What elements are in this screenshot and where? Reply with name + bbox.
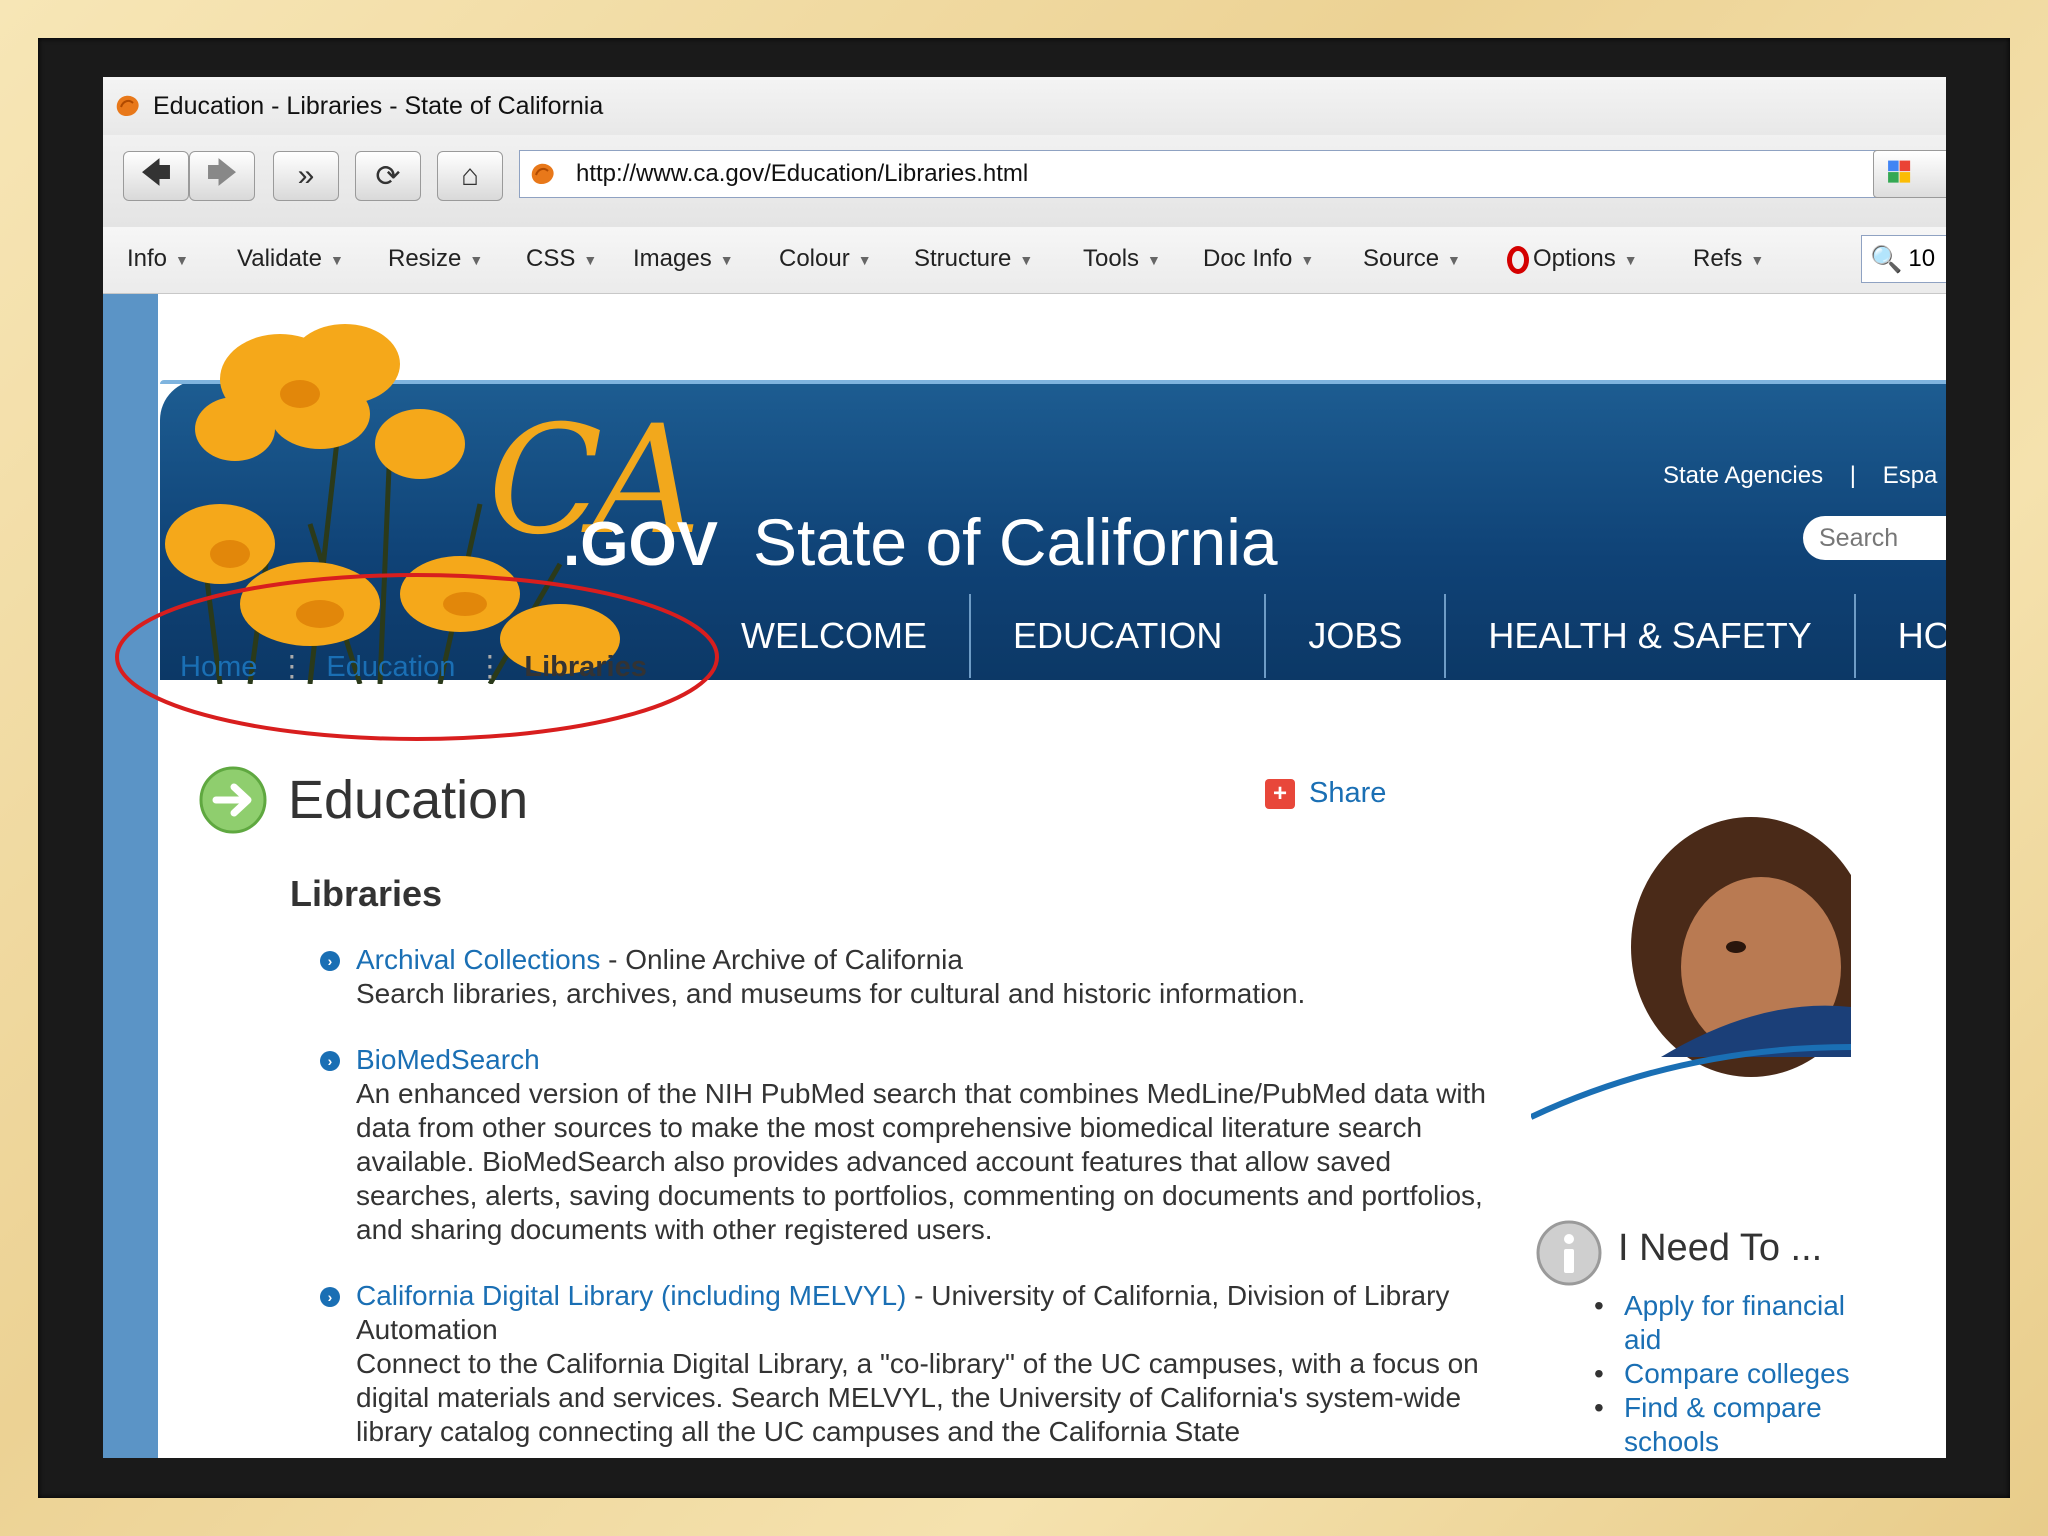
chevron-down-icon: ▼ (857, 251, 872, 268)
site-search-input[interactable]: Search (1803, 516, 1946, 560)
magnifier-zoom-icon: 🔍 (1870, 243, 1903, 274)
nav-tab-jobs[interactable]: JOBS (1266, 594, 1447, 678)
window-title: Education - Libraries - State of Califor… (153, 91, 604, 120)
chevron-down-icon: ▼ (1750, 251, 1765, 268)
list-item: › BioMedSearch An enhanced version of th… (320, 1043, 1510, 1247)
nav-tab-welcome[interactable]: WELCOME (693, 594, 972, 678)
google-icon (1888, 160, 1911, 183)
wd-menu-validate[interactable]: Validate ▼ (237, 245, 344, 273)
zoom-value: 10 (1908, 245, 1936, 272)
utility-links: State Agencies | Espa (1663, 462, 1937, 490)
web-developer-toolbar: Info ▼ Validate ▼ Resize ▼ CSS ▼ Images ▼ Col… (103, 227, 1946, 294)
chevron-right-icon: › (320, 1051, 340, 1071)
espanol-link[interactable]: Espa (1883, 462, 1938, 489)
wd-menu-refs[interactable]: Refs ▼ (1693, 245, 1764, 273)
list-item: › California Digital Library (including … (320, 1279, 1510, 1449)
chevron-down-icon: ▼ (329, 251, 344, 268)
chevron-down-icon: ▼ (1623, 251, 1638, 268)
entry-link[interactable]: California Digital Library (including ME… (356, 1280, 906, 1311)
util-separator: | (1849, 462, 1857, 489)
list-item: › Archival Collections - Online Archive … (320, 943, 1510, 1011)
chevron-down-icon: ▼ (1147, 251, 1161, 268)
entry-link[interactable]: BioMedSearch (356, 1044, 540, 1075)
share-button[interactable]: + Share (1265, 777, 1386, 810)
wd-menu-options[interactable]: Options ▼ (1507, 245, 1638, 274)
main-nav: WELCOME EDUCATION JOBS HEALTH & SAFETY H… (693, 594, 1946, 678)
fast-forward-button[interactable]: » (273, 151, 339, 201)
chevron-right-icon: › (320, 1287, 340, 1307)
ineed-list: Apply for financial aid Compare colleges… (1594, 1289, 1854, 1458)
entry-suffix: - Online Archive of California (600, 944, 963, 975)
chevron-down-icon: ▼ (175, 251, 189, 268)
url-bar[interactable]: http://www.ca.gov/Education/Libraries.ht… (519, 150, 1946, 198)
wd-menu-resize[interactable]: Resize ▼ (388, 245, 483, 273)
plus-icon: + (1265, 778, 1295, 809)
wd-menu-doc-info[interactable]: Doc Info ▼ (1203, 245, 1314, 273)
chevron-down-icon: ▼ (1447, 251, 1461, 268)
library-list: › Archival Collections - Online Archive … (320, 943, 1510, 1458)
home-button[interactable]: ⌂ (437, 151, 503, 201)
entry-description: An enhanced version of the NIH PubMed se… (356, 1078, 1486, 1245)
poppy-favicon-icon (528, 159, 558, 189)
chevron-down-icon: ▼ (1019, 251, 1034, 268)
ineed-title: I Need To ... (1618, 1227, 1823, 1269)
title-bar: Education - Libraries - State of Califor… (103, 77, 1946, 136)
nav-tab-home-family[interactable]: HOME & FAM (1856, 594, 1946, 678)
url-text: http://www.ca.gov/Education/Libraries.ht… (576, 160, 1029, 187)
red-annotation-ellipse (115, 573, 719, 741)
entry-link[interactable]: Archival Collections (356, 944, 600, 975)
info-icon (1536, 1220, 1602, 1286)
state-agencies-link[interactable]: State Agencies (1663, 462, 1823, 489)
section-title: Libraries (290, 873, 443, 914)
arrow-left-icon: 🡄 (140, 156, 172, 190)
wd-menu-structure[interactable]: Structure ▼ (914, 245, 1033, 273)
ineed-item[interactable]: Find & compare schools (1594, 1391, 1854, 1458)
zoom-control[interactable]: 🔍 10 (1861, 235, 1946, 283)
nav-tab-education[interactable]: EDUCATION (971, 594, 1267, 678)
ineed-item[interactable]: Apply for financial aid (1594, 1289, 1854, 1357)
wd-menu-tools[interactable]: Tools ▼ (1083, 245, 1161, 273)
chevron-right-icon: › (320, 951, 340, 971)
wd-menu-css[interactable]: CSS ▼ (526, 245, 597, 273)
forward-button[interactable]: 🡆 (189, 151, 255, 201)
chevron-down-icon: ▼ (1300, 251, 1315, 268)
nav-tab-health-safety[interactable]: HEALTH & SAFETY (1446, 594, 1856, 678)
wd-menu-source[interactable]: Source ▼ (1363, 245, 1461, 273)
entry-description: Connect to the California Digital Librar… (356, 1348, 1479, 1447)
reload-icon: ⟳ (375, 159, 401, 193)
search-engine-button[interactable] (1873, 150, 1946, 198)
chevron-down-icon: ▼ (583, 251, 598, 268)
wd-menu-info[interactable]: Info ▼ (127, 245, 189, 273)
wd-menu-images[interactable]: Images ▼ (633, 245, 734, 273)
wd-menu-colour[interactable]: Colour ▼ (779, 245, 872, 273)
opera-icon (1507, 245, 1529, 274)
chevron-down-icon: ▼ (469, 251, 484, 268)
browser-window: Education - Libraries - State of Califor… (103, 77, 1946, 1458)
share-label: Share (1309, 777, 1387, 809)
arrow-circle-icon (199, 766, 267, 834)
poppy-favicon-icon (113, 91, 143, 121)
back-button[interactable]: 🡄 (123, 151, 189, 201)
ineed-item[interactable]: Compare colleges (1594, 1357, 1854, 1391)
chevron-down-icon: ▼ (719, 251, 734, 268)
student-photo (1531, 797, 1851, 1157)
arrow-right-icon: 🡆 (206, 156, 238, 190)
page-title: Education (288, 770, 529, 830)
home-icon: ⌂ (460, 159, 480, 192)
reload-button[interactable]: ⟳ (355, 151, 421, 201)
entry-description: Search libraries, archives, and museums … (356, 978, 1306, 1009)
double-arrow-right-icon: » (297, 159, 315, 192)
site-title: State of California (753, 505, 1278, 579)
